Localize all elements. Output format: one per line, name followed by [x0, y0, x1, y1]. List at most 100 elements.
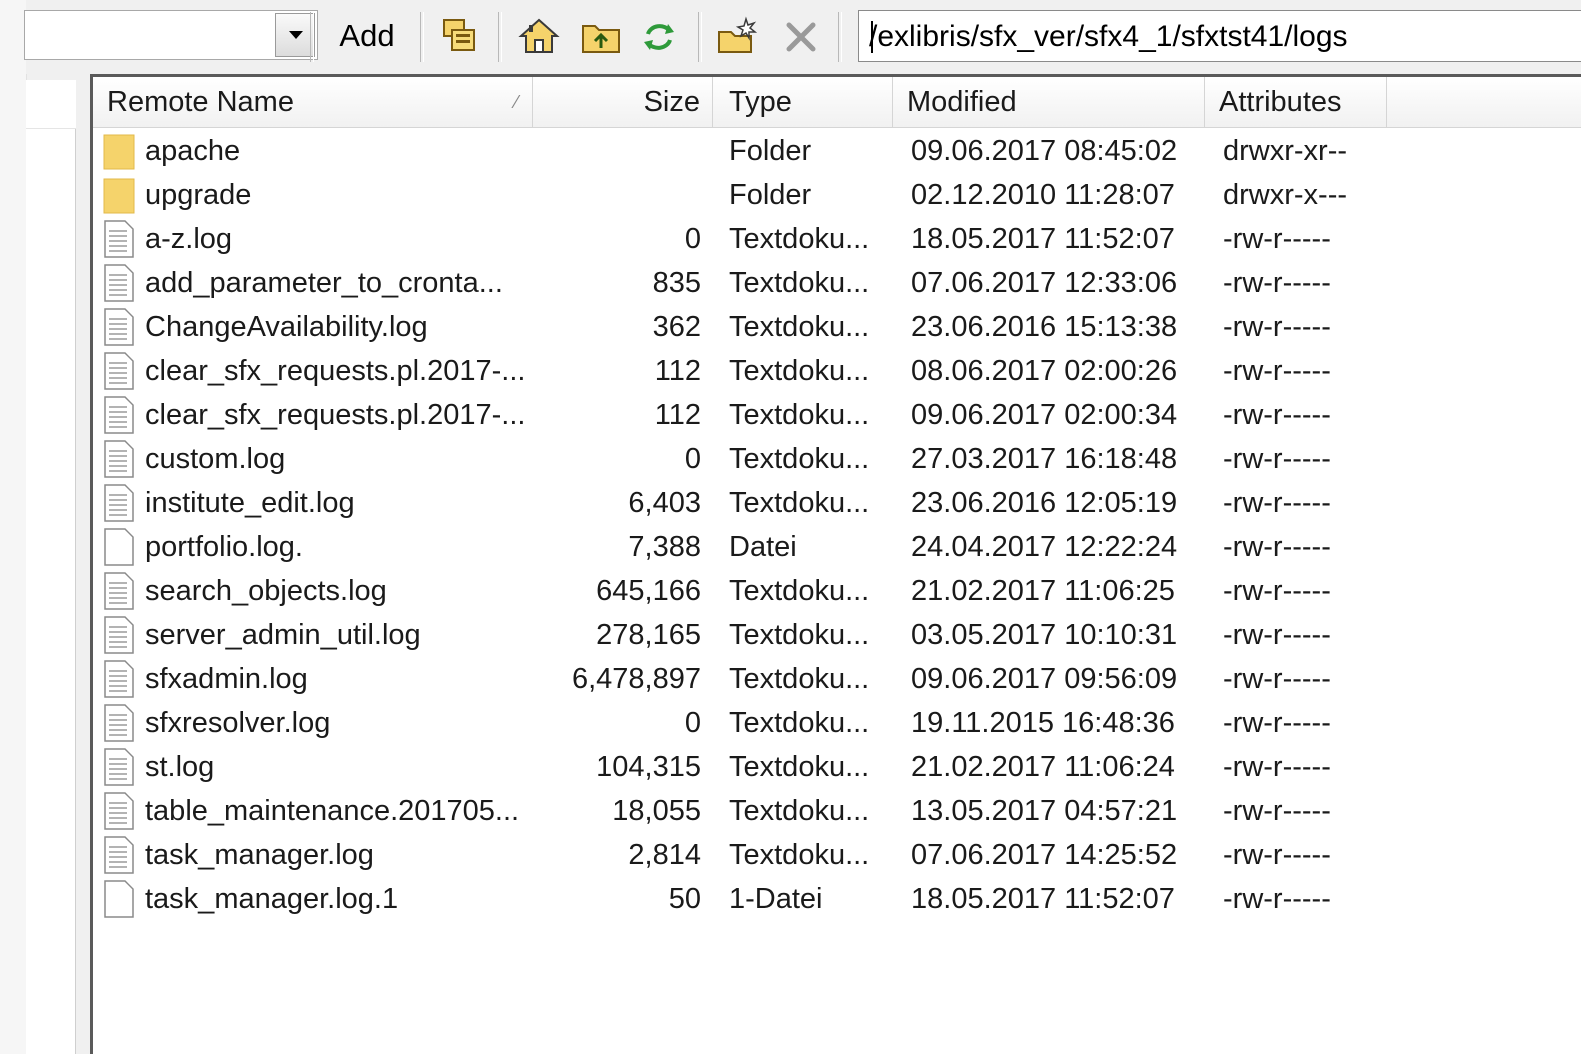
file-attributes: -rw-r----- [1223, 355, 1331, 387]
home-icon[interactable] [518, 16, 560, 58]
delete-icon[interactable] [780, 16, 822, 58]
remote-path-text: /exlibris/sfx_ver/sfx4_1/sfxtst41/logs [869, 20, 1348, 53]
file-modified: 18.05.2017 11:52:07 [911, 223, 1175, 255]
file-attributes: -rw-r----- [1223, 839, 1331, 871]
table-row[interactable]: add_parameter_to_cronta... 835 Textdoku...… [93, 261, 1581, 305]
file-modified: 27.03.2017 16:18:48 [911, 443, 1178, 475]
chevron-down-icon[interactable] [275, 13, 315, 57]
file-name: clear_sfx_requests.pl.2017-... [145, 399, 526, 431]
file-attributes: -rw-r----- [1223, 795, 1331, 827]
file-icon [103, 880, 139, 920]
left-edge [0, 0, 27, 1054]
file-size: 0 [684, 443, 701, 475]
toolbar-separator [838, 12, 842, 62]
file-attributes: -rw-r----- [1223, 663, 1331, 695]
file-attributes: -rw-r----- [1223, 751, 1331, 783]
table-row[interactable]: st.log 104,315 Textdoku... 21.02.2017 11:06… [93, 745, 1581, 789]
file-modified: 21.02.2017 11:06:25 [911, 575, 1175, 607]
file-type: Textdoku... [729, 399, 870, 431]
table-row[interactable]: ChangeAvailability.log 362 Textdoku... 23.0… [93, 305, 1581, 349]
add-button[interactable]: Add [332, 14, 402, 58]
copy-icon[interactable] [438, 16, 480, 58]
table-row[interactable]: search_objects.log 645,166 Textdoku... 21.0… [93, 569, 1581, 613]
table-row[interactable]: table_maintenance.201705... 18,055 Textdok… [93, 789, 1581, 833]
table-row[interactable]: upgrade Folder 02.12.2010 11:28:07 drwxr-x-… [93, 173, 1581, 217]
column-header-name[interactable]: Remote Name ⁄ [93, 77, 533, 127]
file-name: portfolio.log. [145, 531, 303, 563]
folder-icon [103, 176, 139, 216]
pane-splitter[interactable] [76, 74, 90, 1054]
table-row[interactable]: task_manager.log.1 50 1-Datei 18.05.2017 11… [93, 877, 1581, 921]
file-size: 0 [684, 707, 701, 739]
file-modified: 24.04.2017 12:22:24 [911, 531, 1178, 563]
table-row[interactable]: a-z.log 0 Textdoku... 18.05.2017 11:52:07 -r… [93, 217, 1581, 261]
file-size: 104,315 [596, 751, 701, 783]
parent-folder-icon[interactable] [580, 16, 622, 58]
file-size: 0 [684, 223, 701, 255]
toolbar-separator [420, 12, 424, 62]
folder-icon [103, 132, 139, 172]
file-modified: 19.11.2015 16:48:36 [911, 707, 1175, 739]
file-attributes: -rw-r----- [1223, 619, 1331, 651]
file-type: Textdoku... [729, 443, 870, 475]
file-attributes: -rw-r----- [1223, 443, 1331, 475]
file-size: 7,388 [628, 531, 701, 563]
file-size: 18,055 [612, 795, 701, 827]
text-file-icon [103, 572, 139, 612]
local-pane[interactable] [26, 80, 76, 1054]
column-header-size[interactable]: Size [533, 77, 713, 127]
file-attributes: -rw-r----- [1223, 223, 1331, 255]
file-attributes: -rw-r----- [1223, 707, 1331, 739]
file-name: apache [145, 135, 241, 167]
file-type: 1-Datei [729, 883, 823, 915]
text-file-icon [103, 660, 139, 700]
table-row[interactable]: portfolio.log. 7,388 Datei 24.04.2017 12:22… [93, 525, 1581, 569]
file-modified: 09.06.2017 02:00:34 [911, 399, 1178, 431]
table-row[interactable]: clear_sfx_requests.pl.2017-... 112 Textdok… [93, 349, 1581, 393]
file-type: Textdoku... [729, 487, 870, 519]
table-row[interactable]: task_manager.log 2,814 Textdoku... 07.06.20… [93, 833, 1581, 877]
text-file-icon [103, 616, 139, 656]
file-name: custom.log [145, 443, 286, 475]
table-row[interactable]: server_admin_util.log 278,165 Textdoku... 0… [93, 613, 1581, 657]
file-name: st.log [145, 751, 215, 783]
column-header-name-label: Remote Name [107, 86, 294, 118]
location-dropdown[interactable] [24, 10, 318, 60]
file-size: 2,814 [628, 839, 701, 871]
remote-path-input[interactable]: /exlibris/sfx_ver/sfx4_1/sfxtst41/logs [858, 10, 1581, 62]
file-size: 645,166 [596, 575, 701, 607]
refresh-icon[interactable] [638, 16, 680, 58]
new-folder-icon[interactable] [716, 16, 758, 58]
column-header-row: Remote Name ⁄ Size Type Modified Attribu… [93, 77, 1581, 128]
text-file-icon [103, 704, 139, 744]
file-modified: 07.06.2017 14:25:52 [911, 839, 1178, 871]
file-attributes: -rw-r----- [1223, 531, 1331, 563]
table-row[interactable]: clear_sfx_requests.pl.2017-... 112 Textdok… [93, 393, 1581, 437]
column-header-type[interactable]: Type [713, 77, 893, 127]
file-type: Folder [729, 179, 812, 211]
column-header-modified[interactable]: Modified [893, 77, 1205, 127]
file-type: Textdoku... [729, 575, 870, 607]
table-row[interactable]: apache Folder 09.06.2017 08:45:02 drwxr-xr-… [93, 129, 1581, 173]
file-attributes: -rw-r----- [1223, 883, 1331, 915]
table-row[interactable]: sfxresolver.log 0 Textdoku... 19.11.2015 16… [93, 701, 1581, 745]
file-name: search_objects.log [145, 575, 387, 607]
table-row[interactable]: custom.log 0 Textdoku... 27.03.2017 16:18:4… [93, 437, 1581, 481]
text-file-icon [103, 792, 139, 832]
file-modified: 13.05.2017 04:57:21 [911, 795, 1178, 827]
file-attributes: -rw-r----- [1223, 311, 1331, 343]
file-size: 6,403 [628, 487, 701, 519]
file-name: sfxresolver.log [145, 707, 331, 739]
remote-file-list[interactable]: Remote Name ⁄ Size Type Modified Attribu… [90, 74, 1581, 1054]
file-type: Textdoku... [729, 267, 870, 299]
file-modified: 09.06.2017 09:56:09 [911, 663, 1178, 695]
table-row[interactable]: sfxadmin.log 6,478,897 Textdoku... 09.06.20… [93, 657, 1581, 701]
text-file-icon [103, 264, 139, 304]
toolbar: Add /exlibris/sfx_ver/sfx4_1/sfxtst41/lo… [24, 0, 1581, 74]
text-file-icon [103, 308, 139, 348]
table-row[interactable]: institute_edit.log 6,403 Textdoku... 23.06.… [93, 481, 1581, 525]
file-modified: 09.06.2017 08:45:02 [911, 135, 1178, 167]
text-file-icon [103, 836, 139, 876]
column-header-attributes[interactable]: Attributes [1205, 77, 1387, 127]
file-name: task_manager.log [145, 839, 374, 871]
